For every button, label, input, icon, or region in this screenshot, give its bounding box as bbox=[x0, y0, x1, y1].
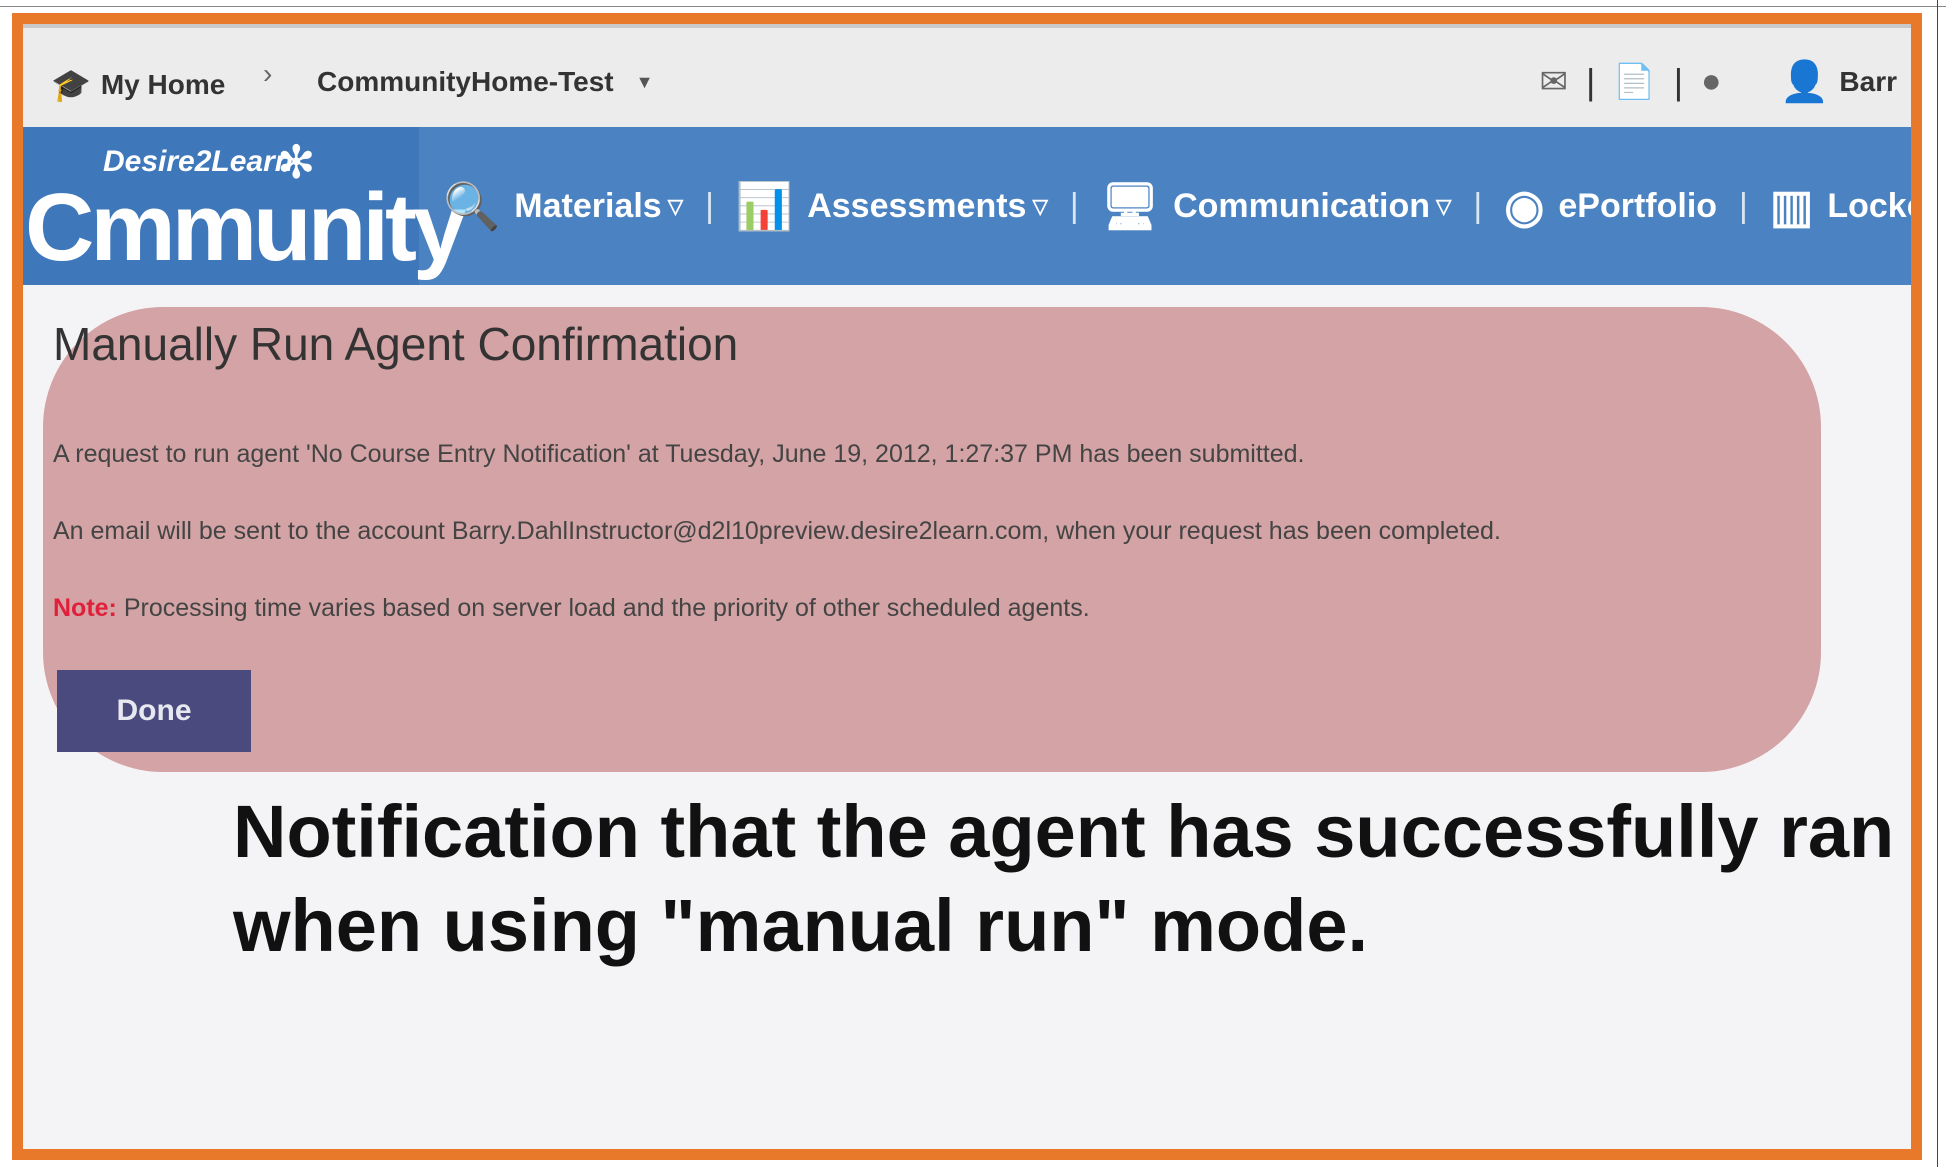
note-text: Processing time varies based on server l… bbox=[116, 594, 1090, 622]
communication-icon: 🖥 bbox=[1100, 179, 1160, 232]
updates-icon[interactable]: 📄 bbox=[1613, 62, 1655, 102]
nav-item-label: Assessments bbox=[807, 186, 1027, 225]
messages-icon[interactable]: ✉ bbox=[1539, 62, 1568, 102]
top-icons: ✉ | 📄 | ● 👤 Barr bbox=[1539, 58, 1897, 105]
nav-item-assessments[interactable]: 📊 Assessments ▽ bbox=[736, 179, 1048, 234]
divider: | bbox=[1585, 60, 1596, 102]
nav-item-label: ePortfolio bbox=[1558, 186, 1718, 225]
course-label: CommunityHome-Test bbox=[317, 66, 614, 97]
nav-item-locker[interactable]: ▥ Locker bbox=[1769, 179, 1911, 233]
note-message: Note: Processing time varies based on se… bbox=[53, 594, 1090, 623]
screenshot-frame: 🎓 My Home › CommunityHome-Test ▼ ✉ | 📄 |… bbox=[12, 13, 1922, 1160]
nav-item-communication[interactable]: 🖥 Communication ▽ bbox=[1101, 179, 1452, 234]
main-content: Manually Run Agent Confirmation A reques… bbox=[23, 285, 1911, 1149]
assessment-chart-icon: 📊 bbox=[735, 179, 794, 232]
nav-item-label: Locker bbox=[1827, 186, 1911, 225]
course-selector[interactable]: CommunityHome-Test ▼ bbox=[317, 66, 653, 98]
magnifier-book-icon: 🔍 bbox=[443, 179, 501, 232]
chevron-down-icon: ▽ bbox=[1436, 195, 1452, 218]
top-bar: 🎓 My Home › CommunityHome-Test ▼ ✉ | 📄 |… bbox=[23, 24, 1911, 131]
done-button[interactable]: Done bbox=[57, 670, 251, 752]
divider: | bbox=[1673, 60, 1684, 102]
nav-divider: | bbox=[705, 186, 714, 225]
chevron-down-icon: ▽ bbox=[667, 195, 684, 218]
logo-brand-large: Cmmunity bbox=[25, 174, 466, 281]
top-border-line bbox=[0, 6, 1946, 7]
locker-icon: ▥ bbox=[1769, 180, 1814, 232]
user-avatar-icon[interactable]: 👤 bbox=[1780, 58, 1830, 105]
nav-menu: 🔍 Materials ▽ | 📊 Assessments ▽ | 🖥 Comm… bbox=[443, 127, 1911, 285]
nav-item-materials[interactable]: 🔍 Materials ▽ bbox=[443, 179, 683, 234]
right-border-line bbox=[1937, 0, 1938, 1167]
alerts-icon[interactable]: ● bbox=[1701, 62, 1722, 101]
nav-item-label: Communication bbox=[1173, 186, 1430, 225]
graduation-cap-icon: 🎓 bbox=[51, 67, 91, 103]
email-message: An email will be sent to the account Bar… bbox=[53, 517, 1501, 545]
nav-item-label: Materials bbox=[514, 186, 662, 225]
nav-bar: Desire2Learn ✻ Cmmunity 🔍 Materials ▽ | … bbox=[23, 127, 1911, 285]
my-home-label: My Home bbox=[100, 69, 226, 100]
annotation-caption: Notification that the agent has successf… bbox=[233, 790, 1895, 967]
nav-divider: | bbox=[1739, 186, 1748, 225]
page-title: Manually Run Agent Confirmation bbox=[53, 318, 739, 370]
user-name[interactable]: Barr bbox=[1839, 66, 1897, 98]
note-label: Note: bbox=[53, 594, 117, 622]
chevron-down-icon: ▼ bbox=[635, 71, 654, 92]
my-home-link[interactable]: 🎓 My Home bbox=[51, 66, 225, 104]
nav-divider: | bbox=[1473, 186, 1483, 225]
eportfolio-icon: ◉ bbox=[1504, 180, 1545, 232]
breadcrumb-chevron-icon: › bbox=[263, 58, 273, 89]
request-message: A request to run agent 'No Course Entry … bbox=[53, 440, 1305, 468]
nav-item-eportfolio[interactable]: ◉ ePortfolio bbox=[1504, 179, 1717, 233]
nav-divider: | bbox=[1069, 186, 1079, 225]
community-logo[interactable]: Desire2Learn ✻ Cmmunity bbox=[23, 127, 466, 285]
chevron-down-icon: ▽ bbox=[1032, 195, 1048, 218]
